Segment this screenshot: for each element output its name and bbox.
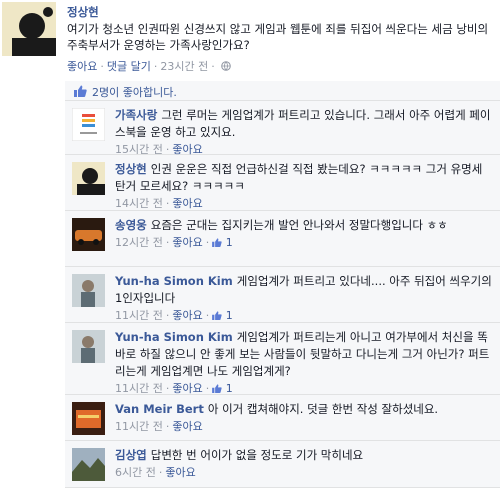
comment-timestamp[interactable]: 11시간 전 [115, 309, 163, 322]
post-comment-link[interactable]: 댓글 달기 [107, 60, 151, 73]
comment-meta: 14시간 전 · 좋아요 [115, 195, 493, 212]
commenter-avatar[interactable] [72, 448, 105, 481]
comment-author[interactable]: Yun-ha Simon Kim [115, 274, 233, 288]
separator: · [205, 236, 210, 249]
comment-text: 아 이거 캡쳐해야지. 덧글 한번 작성 잘하셨네요. [207, 402, 439, 416]
separator: · [165, 420, 170, 433]
comment-timestamp[interactable]: 11시간 전 [115, 382, 163, 395]
thumbs-up-icon [212, 236, 222, 249]
commenter-avatar[interactable] [72, 162, 105, 195]
comment-body: Yun-ha Simon Kim 게임업계가 퍼트리는게 아니고 여가부에서 처신… [115, 329, 493, 397]
comment-author[interactable]: Van Meir Bert [115, 402, 204, 416]
comment-timestamp[interactable]: 14시간 전 [115, 197, 163, 210]
comment-item: 정상현 인권 운운은 직접 언급하신걸 직접 봤는데요? ㅋㅋㅋㅋㅋ 그거 유명세… [65, 155, 500, 211]
post-like-link[interactable]: 좋아요 [67, 60, 97, 73]
comment-item: 김상엽 답변한 번 어이가 없을 정도로 기가 막히네요 6시간 전 · 좋아요 [65, 441, 500, 488]
thumbs-up-icon [212, 382, 222, 395]
separator: · [211, 60, 215, 73]
comment-body: Yun-ha Simon Kim 게임업계가 퍼트리고 있다네.... 아주 뒤집… [115, 273, 493, 324]
comment-like-link[interactable]: 좋아요 [172, 382, 202, 395]
comment-timestamp[interactable]: 11시간 전 [115, 420, 163, 433]
comment-like-link[interactable]: 좋아요 [172, 236, 202, 249]
comment-body: 김상엽 답변한 번 어이가 없을 정도로 기가 막히네요 6시간 전 · 좋아요 [115, 447, 493, 481]
separator: · [205, 382, 210, 395]
post-actions: 좋아요 · 댓글 달기 · 23시간 전 · [67, 58, 232, 74]
comment-author[interactable]: Yun-ha Simon Kim [115, 330, 233, 344]
comment-item: 가족사랑 그런 루머는 게임업계가 퍼트리고 있습니다. 그래서 아주 어렵게 페… [65, 101, 500, 158]
commenter-avatar[interactable] [72, 108, 105, 141]
commenter-avatar[interactable] [72, 330, 105, 363]
separator: · [100, 60, 104, 73]
comment-item: Yun-ha Simon Kim 게임업계가 퍼트리는게 아니고 여가부에서 처신… [65, 323, 500, 395]
comment-list: 가족사랑 그런 루머는 게임업계가 퍼트리고 있습니다. 그래서 아주 어렵게 페… [65, 101, 500, 488]
comment-timestamp[interactable]: 6시간 전 [115, 466, 156, 479]
commenter-avatar[interactable] [72, 218, 105, 251]
comment-text: 인권 운운은 직접 언급하신걸 직접 봤는데요? ㅋㅋㅋㅋㅋ 그거 유명세 탄거… [115, 162, 483, 193]
separator: · [165, 236, 170, 249]
comment-author[interactable]: 송영웅 [115, 218, 147, 232]
comment-body: 송영웅 요즘은 군대는 집지키는개 발언 안나와서 정말다행입니다 ㅎㅎ 12시간… [115, 217, 493, 251]
commenter-avatar[interactable] [72, 402, 105, 435]
post-text: 여기가 청소년 인권따윈 신경쓰지 않고 게임과 웹툰에 죄를 뒤집어 씌운다는… [67, 22, 489, 52]
likes-count-link[interactable]: 2명이 좋아합니다. [92, 84, 177, 100]
comment-like-link[interactable]: 좋아요 [172, 197, 202, 210]
comment-body: 가족사랑 그런 루머는 게임업계가 퍼트리고 있습니다. 그래서 아주 어렵게 페… [115, 107, 493, 158]
comment-meta: 11시간 전 · 좋아요 [115, 418, 493, 435]
comment-like-count[interactable]: 1 [226, 236, 233, 249]
separator: · [165, 309, 170, 322]
comment-item: 송영웅 요즘은 군대는 집지키는개 발언 안나와서 정말다행입니다 ㅎㅎ 12시간… [65, 211, 500, 267]
post-timestamp[interactable]: 23시간 전 [160, 60, 208, 73]
comment-meta: 11시간 전 · 좋아요 · 1 [115, 307, 493, 324]
comment-body: Van Meir Bert 아 이거 캡쳐해야지. 덧글 한번 작성 잘하셨네요.… [115, 401, 493, 435]
comment-like-link[interactable]: 좋아요 [172, 309, 202, 322]
separator: · [165, 197, 170, 210]
globe-icon [218, 60, 232, 73]
thumbs-up-icon [74, 85, 87, 100]
comment-text: 그런 루머는 게임업계가 퍼트리고 있습니다. 그래서 아주 어렵게 페이스북을… [115, 108, 491, 139]
post: 정상현 여기가 청소년 인권따윈 신경쓰지 않고 게임과 웹툰에 죄를 뒤집어 … [0, 0, 500, 80]
comment-like-count[interactable]: 1 [226, 309, 233, 322]
comment-like-link[interactable]: 좋아요 [165, 466, 195, 479]
post-author-avatar[interactable] [2, 2, 56, 56]
comment-body: 정상현 인권 운운은 직접 언급하신걸 직접 봤는데요? ㅋㅋㅋㅋㅋ 그거 유명세… [115, 161, 493, 212]
thumbs-up-icon [212, 309, 222, 322]
likes-summary: 2명이 좋아합니다. [65, 81, 500, 101]
comment-text: 요즘은 군대는 집지키는개 발언 안나와서 정말다행입니다 ㅎㅎ [150, 218, 448, 232]
comment-author[interactable]: 가족사랑 [115, 108, 157, 122]
comment-timestamp[interactable]: 12시간 전 [115, 236, 163, 249]
separator: · [205, 309, 210, 322]
separator: · [158, 466, 163, 479]
comment-like-count[interactable]: 1 [226, 382, 233, 395]
comment-meta: 6시간 전 · 좋아요 [115, 464, 493, 481]
post-author-name[interactable]: 정상현 [67, 4, 99, 20]
separator: · [153, 60, 158, 73]
comment-meta: 12시간 전 · 좋아요 · 1 [115, 234, 493, 251]
comment-like-link[interactable]: 좋아요 [172, 420, 202, 433]
comment-item: Yun-ha Simon Kim 게임업계가 퍼트리고 있다네.... 아주 뒤집… [65, 267, 500, 323]
comment-item: Van Meir Bert 아 이거 캡쳐해야지. 덧글 한번 작성 잘하셨네요.… [65, 395, 500, 441]
comment-text: 답변한 번 어이가 없을 정도로 기가 막히네요 [150, 448, 364, 462]
separator: · [165, 382, 170, 395]
comment-author[interactable]: 김상엽 [115, 448, 147, 462]
comment-author[interactable]: 정상현 [115, 162, 147, 176]
commenter-avatar[interactable] [72, 274, 105, 307]
